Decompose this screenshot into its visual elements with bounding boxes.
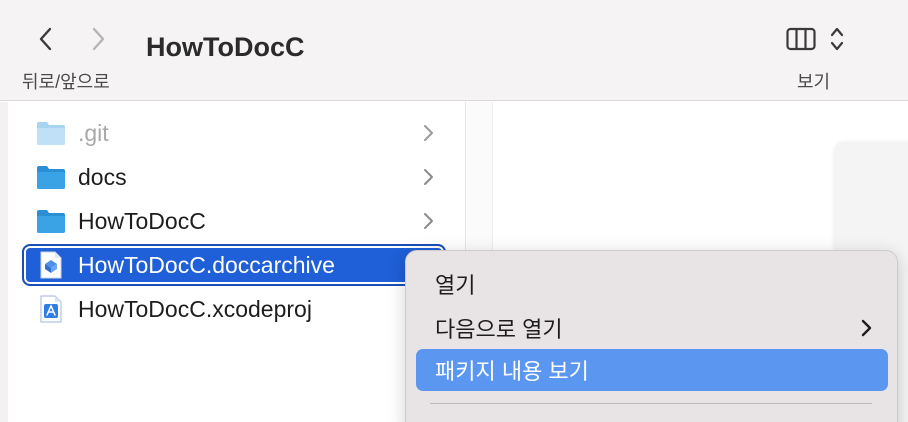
- xcodeproj-icon: [36, 294, 66, 324]
- columns-view-icon: [786, 27, 816, 51]
- chevron-right-icon: [861, 319, 872, 337]
- forward-button[interactable]: [80, 22, 116, 56]
- doccarchive-icon: [36, 250, 66, 280]
- chevron-right-icon: [92, 27, 105, 51]
- file-row-docs[interactable]: docs: [24, 158, 444, 196]
- toolbar: 뒤로/앞으로 HowToDocC 보기: [0, 0, 908, 101]
- window-title: HowToDocC: [146, 32, 305, 62]
- chevron-right-icon: [424, 169, 433, 185]
- folder-icon: [36, 206, 66, 236]
- file-name: HowToDocC: [78, 207, 206, 234]
- context-menu: 열기 다음으로 열기 패키지 내용 보기: [405, 250, 898, 422]
- menu-item-label: 패키지 내용 보기: [435, 359, 589, 384]
- chevron-right-icon: [424, 213, 433, 229]
- file-name: HowToDocC.xcodeproj: [78, 295, 312, 322]
- chevron-up-down-icon: [830, 27, 844, 51]
- nav-label: 뒤로/앞으로: [22, 72, 110, 92]
- folder-icon: [36, 118, 66, 148]
- file-name: .git: [78, 119, 109, 146]
- chevron-left-icon: [39, 27, 52, 51]
- chevron-right-icon: [424, 125, 433, 141]
- menu-separator: [430, 403, 872, 404]
- file-name: docs: [78, 163, 127, 190]
- file-row-xcodeproj[interactable]: HowToDocC.xcodeproj: [24, 290, 444, 328]
- view-options-button[interactable]: [786, 22, 856, 56]
- menu-item-show-package-contents[interactable]: 패키지 내용 보기: [416, 349, 888, 391]
- file-row-git[interactable]: .git: [24, 114, 444, 152]
- view-label: 보기: [797, 72, 831, 92]
- menu-item-open[interactable]: 열기: [416, 263, 888, 305]
- menu-item-label: 다음으로 열기: [435, 317, 563, 342]
- back-button[interactable]: [28, 22, 64, 56]
- file-row-doccarchive[interactable]: HowToDocC.doccarchive: [22, 244, 446, 286]
- file-row-howtodocc[interactable]: HowToDocC: [24, 202, 444, 240]
- column-edge: [0, 102, 8, 422]
- folder-icon: [36, 162, 66, 192]
- file-name: HowToDocC.doccarchive: [78, 251, 335, 278]
- menu-item-label: 열기: [435, 273, 476, 298]
- menu-item-open-with[interactable]: 다음으로 열기: [416, 307, 888, 349]
